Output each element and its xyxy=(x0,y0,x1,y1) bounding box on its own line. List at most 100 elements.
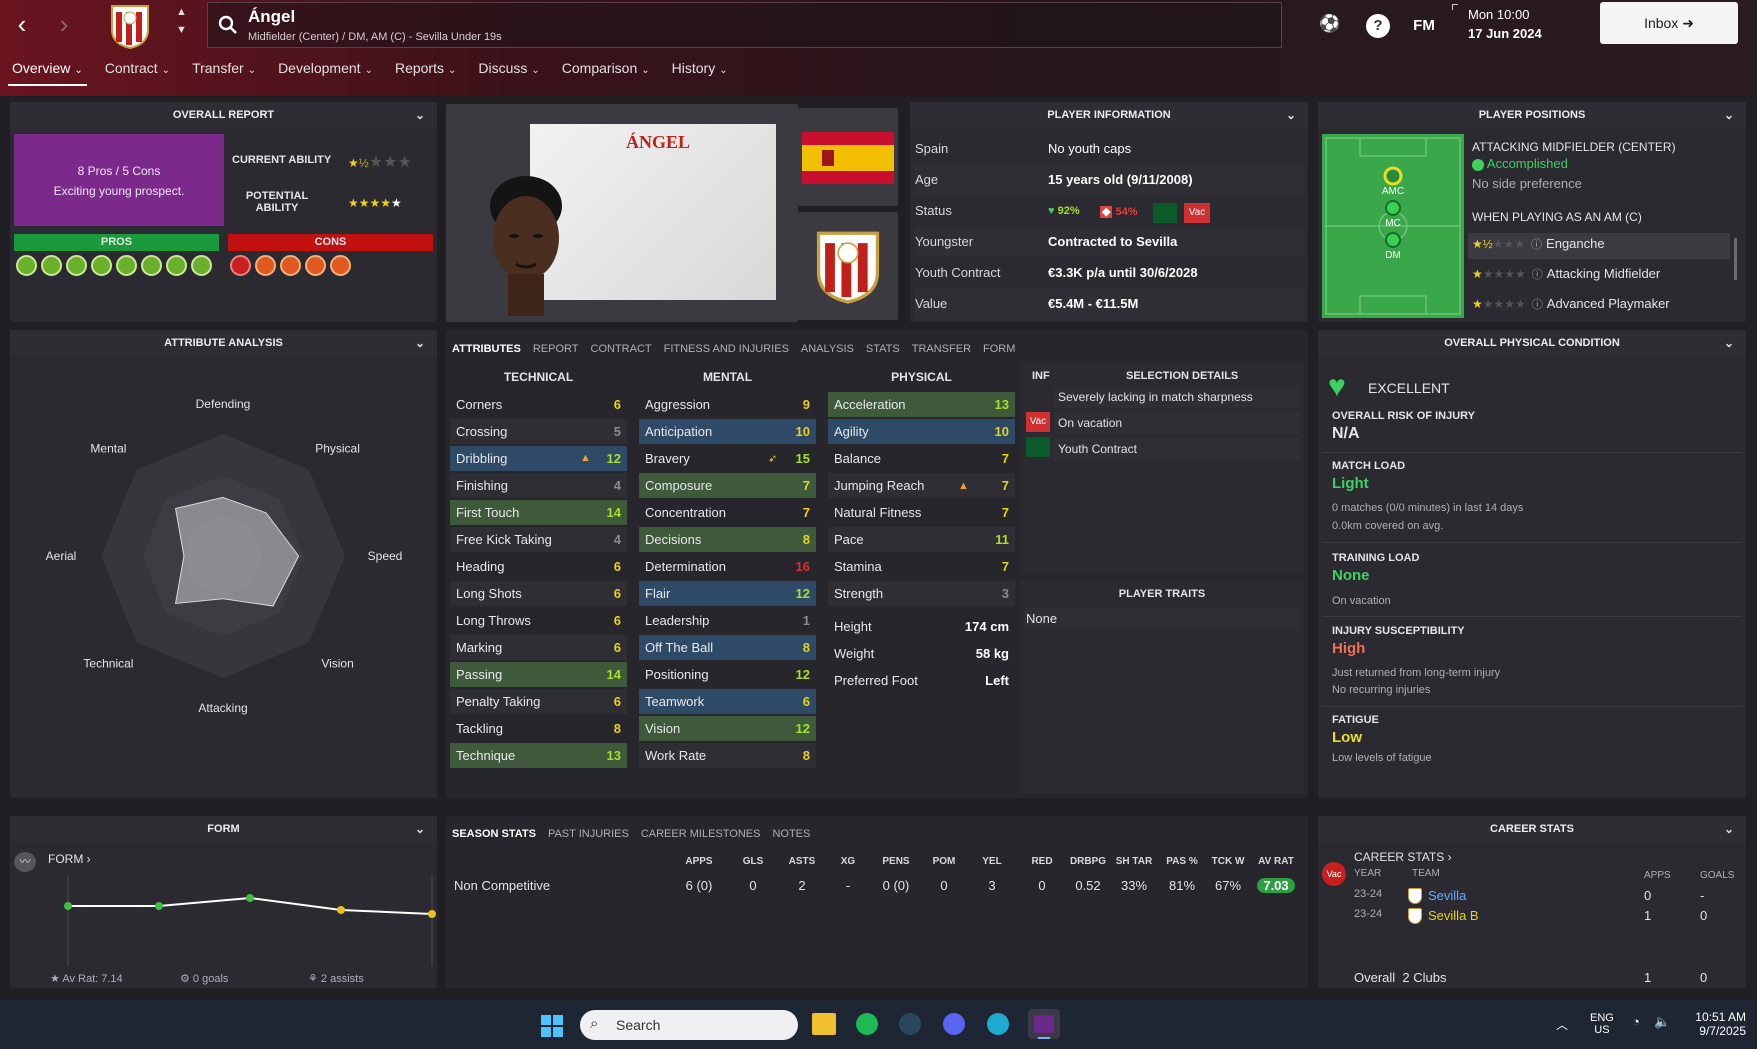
edge-icon[interactable] xyxy=(987,1013,1009,1035)
attribute-row[interactable]: Anticipation 10 xyxy=(639,419,816,444)
position-pitch[interactable]: AMC MC DM xyxy=(1322,134,1464,318)
attribute-row[interactable]: Dribbling 12 xyxy=(450,446,627,471)
sevilla-crest-icon[interactable] xyxy=(108,2,152,50)
discord-icon[interactable] xyxy=(943,1013,965,1035)
attr-tab[interactable]: FITNESS AND INJURIES xyxy=(664,343,789,355)
attribute-row[interactable]: Balance 7 xyxy=(828,446,1015,471)
attribute-row[interactable]: Determination 16 xyxy=(639,554,816,579)
chevron-down-icon[interactable]: ⌄ xyxy=(1724,816,1734,842)
attribute-row[interactable]: Heading 6 xyxy=(450,554,627,579)
chevron-down-icon[interactable]: ⌄ xyxy=(1724,102,1734,128)
attribute-row[interactable]: Vision 12 xyxy=(639,716,816,741)
system-clock[interactable]: 10:51 AM 9/7/2025 xyxy=(1682,1010,1746,1038)
role-row[interactable]: ★½★★★ ⓘ Enganche xyxy=(1472,236,1730,252)
spotify-icon[interactable] xyxy=(856,1013,878,1035)
nav-tab-overview[interactable]: Overview ⌄ xyxy=(8,60,87,86)
attribute-row[interactable]: Agility 10 xyxy=(828,419,1015,444)
season-tab[interactable]: SEASON STATS xyxy=(452,828,536,840)
con-trait-icon[interactable] xyxy=(230,255,251,276)
attribute-row[interactable]: Off The Ball 8 xyxy=(639,635,816,660)
spain-flag-icon[interactable] xyxy=(802,132,894,184)
pro-trait-icon[interactable] xyxy=(116,255,137,276)
pro-trait-icon[interactable] xyxy=(41,255,62,276)
season-tab[interactable]: NOTES xyxy=(772,828,810,840)
volume-icon[interactable]: 🔈 xyxy=(1654,1014,1670,1030)
nav-tab-discuss[interactable]: Discuss ⌄ xyxy=(478,60,539,84)
ball-icon[interactable]: ⚽ xyxy=(1318,14,1342,38)
wifi-icon[interactable]: ◔ xyxy=(1632,1014,1640,1029)
fm-app-icon[interactable] xyxy=(1028,1009,1060,1039)
season-tab[interactable]: CAREER MILESTONES xyxy=(641,828,761,840)
inbox-button[interactable]: Inbox ➜ xyxy=(1600,2,1738,44)
nav-tab-comparison[interactable]: Comparison ⌄ xyxy=(562,60,650,84)
attribute-row[interactable]: Long Throws 6 xyxy=(450,608,627,633)
attribute-row[interactable]: Strength 3 xyxy=(828,581,1015,606)
nav-tab-contract[interactable]: Contract ⌄ xyxy=(105,60,170,84)
form-point[interactable] xyxy=(246,894,254,902)
attr-tab[interactable]: ANALYSIS xyxy=(801,343,854,355)
attribute-row[interactable]: Penalty Taking 6 xyxy=(450,689,627,714)
pro-trait-icon[interactable] xyxy=(191,255,212,276)
form-point[interactable] xyxy=(155,902,163,910)
chevron-down-icon[interactable]: ⌄ xyxy=(1286,102,1296,128)
scrollbar[interactable] xyxy=(1734,238,1737,280)
form-header[interactable]: FORM ⌄ xyxy=(10,816,437,842)
attr-tab[interactable]: STATS xyxy=(866,343,900,355)
con-trait-icon[interactable] xyxy=(280,255,301,276)
career-stats-link[interactable]: CAREER STATS › xyxy=(1354,850,1452,864)
form-link[interactable]: FORM › xyxy=(48,852,91,866)
attribute-row[interactable]: Marking 6 xyxy=(450,635,627,660)
chevron-down-icon[interactable]: ⌄ xyxy=(415,330,425,356)
steam-icon[interactable] xyxy=(899,1013,921,1035)
attribute-row[interactable]: Tackling 8 xyxy=(450,716,627,741)
chevron-down-icon[interactable]: ⌄ xyxy=(1724,330,1734,356)
form-point[interactable] xyxy=(428,910,436,918)
overall-report-header[interactable]: OVERALL REPORT ⌄ xyxy=(10,102,437,128)
physical-condition-header[interactable]: OVERALL PHYSICAL CONDITION ⌄ xyxy=(1318,330,1746,356)
fm-logo[interactable]: FM xyxy=(1412,14,1436,38)
nav-tab-development[interactable]: Development ⌄ xyxy=(278,60,373,84)
attribute-row[interactable]: First Touch 14 xyxy=(450,500,627,525)
attr-tab[interactable]: TRANSFER xyxy=(912,343,971,355)
attribute-analysis-header[interactable]: ATTRIBUTE ANALYSIS ⌄ xyxy=(10,330,437,356)
taskbar-search[interactable]: ⌕ Search xyxy=(580,1010,798,1040)
role-row[interactable]: ★★★★★ ⓘ Attacking Midfielder xyxy=(1472,266,1730,282)
help-icon[interactable]: ? xyxy=(1366,14,1390,38)
attribute-row[interactable]: Free Kick Taking 4 xyxy=(450,527,627,552)
attribute-row[interactable]: Passing 14 xyxy=(450,662,627,687)
pro-trait-icon[interactable] xyxy=(91,255,112,276)
form-point[interactable] xyxy=(64,902,72,910)
attr-tab[interactable]: CONTRACT xyxy=(591,343,652,355)
career-team[interactable]: Sevilla xyxy=(1428,888,1466,903)
next-player-icon[interactable]: ▼ xyxy=(176,24,187,36)
pro-trait-icon[interactable] xyxy=(16,255,37,276)
attribute-row[interactable]: Bravery 15 xyxy=(639,446,816,471)
attribute-row[interactable]: Stamina 7 xyxy=(828,554,1015,579)
language-indicator[interactable]: ENG US xyxy=(1590,1012,1614,1036)
attribute-row[interactable]: Aggression 9 xyxy=(639,392,816,417)
attribute-row[interactable]: Concentration 7 xyxy=(639,500,816,525)
attr-tab[interactable]: ATTRIBUTES xyxy=(452,343,521,355)
youth-contract-badge[interactable] xyxy=(1153,203,1177,223)
con-trait-icon[interactable] xyxy=(305,255,326,276)
attribute-row[interactable]: Technique 13 xyxy=(450,743,627,768)
vacation-badge[interactable]: Vac xyxy=(1184,203,1210,223)
youth-contract-badge[interactable] xyxy=(1026,437,1050,457)
player-info-header[interactable]: PLAYER INFORMATION ⌄ xyxy=(910,102,1308,128)
attr-tab[interactable]: FORM xyxy=(983,343,1015,355)
vacation-badge[interactable]: Vac xyxy=(1026,412,1050,432)
season-tab[interactable]: PAST INJURIES xyxy=(548,828,629,840)
career-team[interactable]: Sevilla B xyxy=(1428,908,1479,923)
pro-trait-icon[interactable] xyxy=(66,255,87,276)
sevilla-crest-icon[interactable] xyxy=(812,220,884,312)
attribute-row[interactable]: Decisions 8 xyxy=(639,527,816,552)
attribute-row[interactable]: Finishing 4 xyxy=(450,473,627,498)
form-point[interactable] xyxy=(337,906,345,914)
nav-tab-transfer[interactable]: Transfer ⌄ xyxy=(192,60,256,84)
attribute-row[interactable]: Crossing 5 xyxy=(450,419,627,444)
attribute-row[interactable]: Positioning 12 xyxy=(639,662,816,687)
chevron-down-icon[interactable]: ⌄ xyxy=(415,102,425,128)
attribute-row[interactable]: Corners 6 xyxy=(450,392,627,417)
nav-tab-history[interactable]: History ⌄ xyxy=(672,60,728,84)
attribute-row[interactable]: Pace 11 xyxy=(828,527,1015,552)
